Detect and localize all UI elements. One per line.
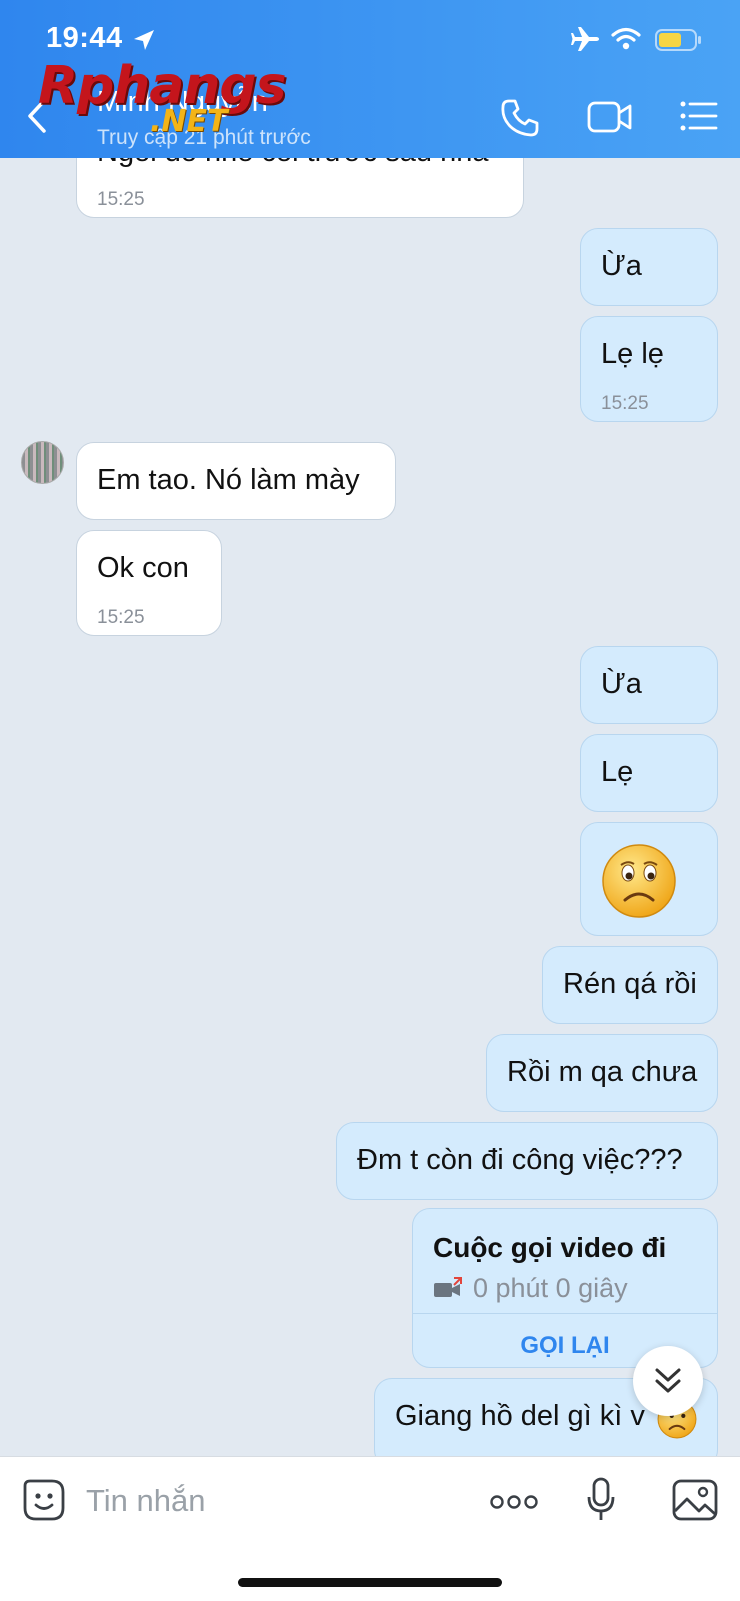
message-bubble[interactable]: Em tao. Nó làm mày — [76, 442, 396, 520]
more-dots-icon[interactable] — [490, 1494, 538, 1510]
message-text: Đm t còn đi công việc??? — [357, 1144, 683, 1176]
message-text: Ừa — [601, 250, 642, 282]
wifi-icon — [611, 27, 641, 50]
menu-list-icon[interactable] — [680, 100, 718, 132]
chat-area[interactable]: Ngồi đó nhé coi trước sau nha 15:25 Ừa L… — [0, 0, 740, 1456]
message-bubble[interactable]: Đm t còn đi công việc??? — [336, 1122, 718, 1200]
watermark-logo-suffix: .NET — [150, 104, 228, 139]
frown-face-icon — [602, 844, 676, 918]
video-call-icon[interactable] — [587, 100, 633, 134]
message-text: Ok con — [97, 552, 189, 584]
message-time: 15:25 — [97, 607, 145, 628]
message-text: Rén qá rồi — [563, 968, 697, 1000]
message-text: Em tao. Nó làm mày — [97, 464, 360, 496]
video-camera-icon — [434, 1277, 462, 1297]
sticker-icon[interactable] — [22, 1478, 66, 1522]
chat-header: 19:44 Minh Nguyễn Truy cập 21 phút trước… — [0, 0, 740, 158]
message-bubble[interactable]: Ok con 15:25 — [76, 530, 222, 636]
scroll-to-bottom-button[interactable] — [633, 1346, 703, 1416]
status-time: 19:44 — [46, 22, 123, 54]
message-text: Lẹ — [601, 756, 634, 788]
message-bubble[interactable]: Rén qá rồi — [542, 946, 718, 1024]
call-title: Cuộc gọi video đi — [433, 1232, 667, 1263]
message-input[interactable] — [84, 1475, 458, 1527]
message-bubble[interactable]: Rồi m qa chưa — [486, 1034, 718, 1112]
message-bubble[interactable]: Lẹ — [580, 734, 718, 812]
message-bubble[interactable]: Ừa — [580, 646, 718, 724]
message-bubble[interactable]: Ừa — [580, 228, 718, 306]
contact-avatar[interactable] — [21, 441, 64, 484]
message-time: 15:25 — [601, 393, 649, 414]
airplane-icon — [571, 27, 599, 51]
sticker-bubble[interactable] — [580, 822, 718, 936]
phone-icon[interactable] — [500, 98, 540, 138]
call-duration: 0 phút 0 giây — [473, 1273, 628, 1303]
home-indicator — [238, 1578, 502, 1587]
message-bubble[interactable]: Lẹ lẹ 15:25 — [580, 316, 718, 422]
microphone-icon[interactable] — [586, 1477, 616, 1523]
message-time: 15:25 — [97, 189, 145, 210]
message-text: Ừa — [601, 668, 642, 700]
chevron-double-down-icon — [655, 1368, 681, 1393]
location-arrow-icon — [134, 30, 154, 50]
divider — [413, 1313, 717, 1314]
message-text: Lẹ lẹ — [601, 338, 664, 370]
call-card[interactable]: Cuộc gọi video đi 0 phút 0 giây GỌI LẠI — [412, 1208, 718, 1368]
image-icon[interactable] — [672, 1479, 718, 1521]
message-text: Rồi m qa chưa — [507, 1056, 698, 1088]
message-text: Giang hồ del gì kì v — [395, 1400, 645, 1432]
battery-icon — [655, 29, 701, 51]
